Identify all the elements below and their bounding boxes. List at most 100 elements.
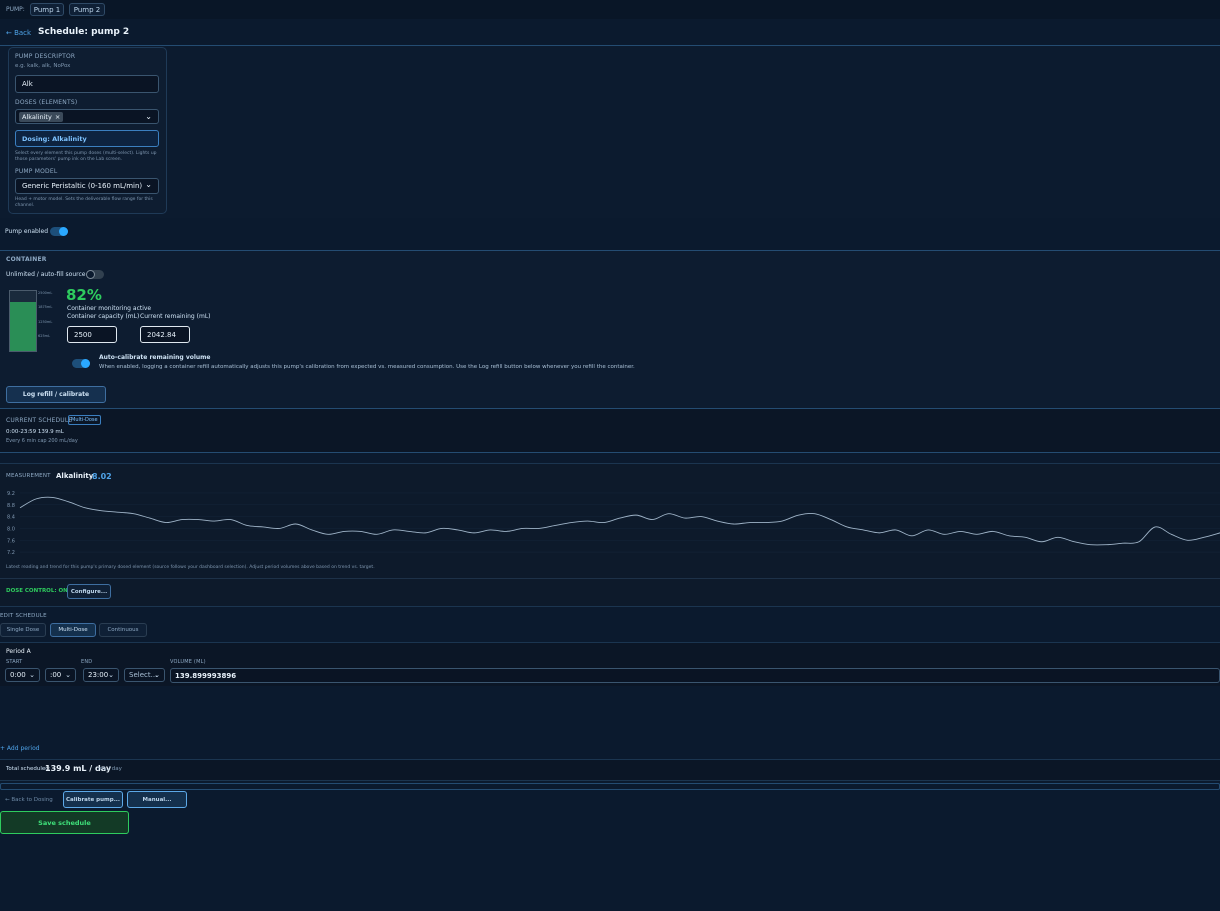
model-select[interactable]: Generic Peristaltic (0-160 mL/min) ⌄ [15, 178, 159, 194]
end-hour-value: 23:00 [88, 671, 109, 679]
scale-tick: 1875mL [38, 305, 53, 309]
tank-scale: 2500mL 1875mL 1250mL 625mL [38, 291, 58, 351]
page-title: Schedule: pump 2 [38, 27, 130, 37]
tab-pump-1[interactable]: Pump 1 [30, 3, 64, 16]
save-schedule-button[interactable]: Save schedule [0, 811, 129, 834]
chevron-down-icon: ⌄ [108, 671, 114, 679]
start-min-value: :00 [50, 671, 62, 679]
scale-tick: 1250mL [38, 320, 53, 324]
pump-enabled-toggle[interactable] [50, 227, 68, 236]
end-label: END [81, 659, 93, 665]
measurement-footnote: Latest reading and trend for this pump's… [6, 565, 375, 570]
container-panel: CONTAINER Unlimited / auto-fill source 2… [0, 251, 1220, 408]
doses-select[interactable]: Alkalinity × ⌄ [15, 109, 159, 124]
schedule-badge: Multi-Dose [68, 415, 101, 425]
pump-label: PUMP: [6, 6, 25, 13]
tank-fill [10, 301, 36, 351]
mode-multi-dose[interactable]: Multi-Dose [50, 623, 96, 637]
chevron-down-icon: ⌄ [65, 671, 71, 679]
total-unit: mL / day [98, 766, 122, 772]
capacity-input[interactable]: 2500 [67, 326, 117, 343]
dose-control-status: DOSE CONTROL: ON [6, 588, 68, 594]
chevron-down-icon: ⌄ [145, 180, 152, 189]
y-tick-label: 9.2 [7, 491, 15, 497]
y-tick-label: 8.0 [7, 526, 15, 532]
measurement-value: 8.02 [92, 472, 112, 481]
total-bottom-divider [0, 780, 1220, 781]
manual-button[interactable]: Manual... [127, 791, 187, 808]
footnote-divider [0, 578, 1220, 579]
autocal-desc: When enabled, logging a container refill… [99, 364, 635, 370]
start-hour-value: 0:00 [10, 671, 26, 679]
end-min-select[interactable]: Select... ⌄ [124, 668, 165, 682]
configure-button[interactable]: Configure... [67, 584, 111, 599]
edit-top-divider [0, 606, 1220, 607]
series-line-alkalinity [19, 496, 1220, 546]
descriptor-input[interactable]: Alk [15, 75, 159, 93]
pump-enabled-row: Pump enabled [0, 218, 1220, 244]
volume-input[interactable]: 139.899993896 [170, 668, 1220, 683]
chip-remove-icon[interactable]: × [55, 113, 60, 121]
period-a-panel: Period A START END VOLUME (ML) 0:00 ⌄ :00… [0, 643, 1220, 686]
schedule-bottom-divider [0, 452, 1220, 453]
end-min-value: Select... [129, 671, 158, 679]
descriptor-panel [0, 46, 1220, 218]
chevron-down-icon: ⌄ [29, 671, 35, 679]
container-tank [9, 290, 37, 352]
y-tick-label: 8.4 [7, 515, 15, 521]
back-link[interactable]: ← Back [6, 29, 31, 37]
volume-label: VOLUME (ML) [170, 659, 206, 665]
pump-enabled-label: Pump enabled [5, 228, 49, 235]
autocal-title: Auto-calibrate remaining volume [99, 354, 211, 361]
calibrate-button[interactable]: Calibrate pump... [63, 791, 123, 808]
add-period-link[interactable]: + Add period [0, 745, 40, 752]
back-to-dosing-link[interactable]: ← Back to Dosing [5, 797, 53, 803]
model-value: Generic Peristaltic (0-160 mL/min) [22, 182, 143, 190]
y-tick-label: 7.6 [7, 538, 15, 544]
total-label: Total scheduled: [6, 766, 51, 772]
element-chip: Alkalinity × [19, 111, 64, 122]
unlimited-label: Unlimited / auto-fill source [6, 271, 86, 278]
schedule-line-1: 0:00-23:59 139.9 mL [6, 429, 64, 435]
start-hour-select[interactable]: 0:00 ⌄ [5, 668, 40, 682]
current-schedule-panel: CURRENT SCHEDULE Multi-Dose 0:00-23:59 1… [0, 409, 1220, 452]
chip-label: Alkalinity [22, 112, 52, 121]
dosing-box: Dosing: Alkalinity [15, 130, 159, 147]
monitoring-status: Container monitoring active [67, 305, 152, 312]
measurement-chart: 9.2 8.8 8.4 8.0 7.6 7.2 [7, 491, 1220, 556]
chevron-down-icon: ⌄ [154, 671, 160, 679]
autocal-toggle[interactable] [72, 359, 90, 368]
dosing-box-text: Dosing: Alkalinity [22, 134, 87, 143]
doses-label: DOSES (ELEMENTS) [15, 99, 78, 106]
spacer-bar [0, 783, 1220, 790]
log-refill-button[interactable]: Log refill / calibrate [6, 386, 106, 403]
descriptor-hint: e.g. kalk, alk, NoPox [15, 63, 71, 69]
current-schedule-label: CURRENT SCHEDULE [6, 417, 73, 424]
start-label: START [6, 659, 23, 665]
tab-pump-2[interactable]: Pump 2 [69, 3, 105, 16]
period-title: Period A [6, 648, 31, 655]
chevron-down-icon[interactable]: ⌄ [145, 112, 152, 121]
descriptor-label: PUMP DESCRIPTOR [15, 53, 76, 60]
schedule-line-2: Every 6 min cap 200 mL/day [6, 438, 78, 444]
y-tick-label: 8.8 [7, 503, 15, 509]
edit-schedule-label: EDIT SCHEDULE [0, 613, 47, 619]
measurement-element: Alkalinity [56, 472, 94, 480]
pump-tabbar: PUMP: Pump 1 Pump 2 [0, 0, 1220, 19]
scale-tick: 2500mL [38, 291, 53, 295]
model-help: Head + motor model. Sets the deliverable… [15, 197, 153, 208]
model-label: PUMP MODEL [15, 168, 58, 175]
scale-tick: 625mL [38, 334, 51, 338]
container-percent: 82% [66, 286, 102, 304]
end-hour-select[interactable]: 23:00 ⌄ [83, 668, 119, 682]
mode-continuous[interactable]: Continuous [99, 623, 147, 637]
remaining-label: Current remaining (mL) [140, 313, 211, 320]
container-title: CONTAINER [6, 256, 47, 263]
start-min-select[interactable]: :00 ⌄ [45, 668, 76, 682]
measurement-panel: MEASUREMENT Alkalinity 8.02 9.2 8.8 8.4 8.0… [0, 464, 1220, 606]
unlimited-toggle[interactable] [86, 270, 104, 279]
capacity-label: Container capacity (mL) [67, 313, 140, 320]
mode-single-dose[interactable]: Single Dose [0, 623, 46, 637]
remaining-input[interactable]: 2042.84 [140, 326, 190, 343]
y-tick-label: 7.2 [7, 550, 15, 556]
